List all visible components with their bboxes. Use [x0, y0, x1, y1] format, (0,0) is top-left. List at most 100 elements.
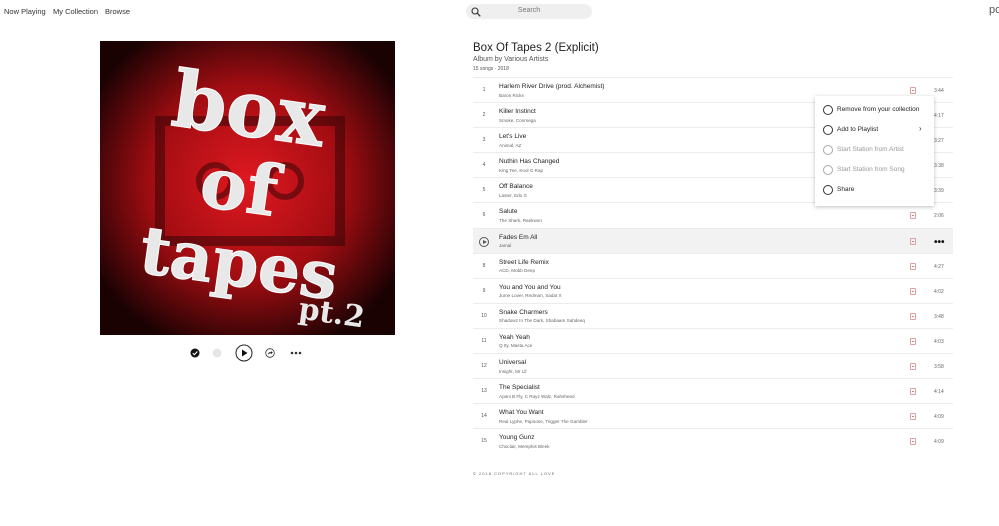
- track-duration: 3:48: [934, 313, 944, 320]
- track-title[interactable]: Universal: [499, 359, 526, 366]
- track-artist[interactable]: Animal, AZ: [499, 143, 521, 148]
- track-duration: 4:09: [934, 439, 944, 446]
- top-navigation: Now Playing My Collection Browse Search …: [0, 0, 999, 24]
- menu-item-label: Remove from your collection: [837, 106, 920, 113]
- track-title[interactable]: Salute: [499, 208, 517, 215]
- album-controls: [0, 344, 500, 364]
- track-number: 5: [482, 187, 486, 194]
- album-cover: box of tapes pt.2: [100, 41, 395, 335]
- track-duration: 4:14: [934, 389, 944, 396]
- track-artist[interactable]: King Tee, Kool G Rap: [499, 168, 543, 173]
- track-row[interactable]: 12 Universal Insight, Mr Lif 3:58: [473, 353, 953, 378]
- track-duration: 4:27: [934, 263, 944, 270]
- user-initials[interactable]: pc: [989, 4, 999, 16]
- track-number: 15: [481, 438, 487, 445]
- track-duration: 3:58: [934, 364, 944, 371]
- nav-browse[interactable]: Browse: [105, 7, 130, 16]
- play-track-icon[interactable]: [479, 236, 489, 247]
- in-collection-check-icon[interactable]: [190, 348, 200, 358]
- track-duration: 3:27: [934, 138, 944, 145]
- track-artist[interactable]: ACD, Mobb Deep: [499, 268, 535, 273]
- album-title: Box Of Tapes 2 (Explicit): [473, 42, 599, 54]
- track-title[interactable]: Off Balance: [499, 183, 533, 190]
- search-placeholder: Search: [517, 7, 541, 14]
- menu-item-remove-from-your-collection[interactable]: Remove from your collection: [815, 101, 934, 119]
- track-number: 10: [481, 312, 487, 319]
- track-duration: 4:02: [934, 288, 944, 295]
- track-number: 3: [482, 137, 486, 144]
- track-title[interactable]: Killer Instinct: [499, 108, 536, 115]
- track-artist[interactable]: Smoke, Conrsega: [499, 118, 536, 123]
- more-options-icon[interactable]: [290, 351, 302, 355]
- track-title[interactable]: Street Life Remix: [499, 259, 549, 266]
- album-meta: 15 songs · 2018: [473, 66, 509, 72]
- track-title[interactable]: Yeah Yeah: [499, 334, 530, 341]
- track-duration: 3:39: [934, 188, 944, 195]
- track-duration: 4:09: [934, 414, 944, 421]
- track-title[interactable]: Snake Charmers: [499, 309, 548, 316]
- play-button[interactable]: [235, 344, 253, 362]
- track-more-icon[interactable]: •••: [934, 237, 945, 248]
- track-number: 12: [481, 363, 487, 370]
- track-title[interactable]: Let's Live: [499, 133, 526, 140]
- track-artist[interactable]: The Shark, Raekwon: [499, 218, 542, 223]
- track-number: 11: [481, 337, 487, 344]
- menu-item-share[interactable]: Share: [815, 181, 934, 199]
- album-subtitle[interactable]: Album by Various Artists: [473, 56, 548, 63]
- nav-now-playing[interactable]: Now Playing: [4, 7, 46, 16]
- track-number: 6: [482, 212, 486, 219]
- track-title[interactable]: You and You and You: [499, 284, 561, 291]
- track-row[interactable]: 8 Street Life Remix ACD, Mobb Deep 4:27: [473, 252, 953, 278]
- track-artist[interactable]: Laster, Edo G: [499, 193, 527, 198]
- track-title[interactable]: The Specialist: [499, 384, 540, 391]
- menu-item-label: Start Station from Song: [837, 166, 905, 173]
- track-number: 8: [482, 262, 486, 269]
- track-artist[interactable]: Q Ity, Masta Ace: [499, 343, 532, 348]
- track-row[interactable]: 9 You and You and You Jume Lover, Redman, …: [473, 277, 953, 303]
- nav-my-collection[interactable]: My Collection: [53, 7, 98, 16]
- menu-item-add-to-playlist[interactable]: Add to Playlist ›: [815, 121, 934, 139]
- explicit-icon: [910, 363, 916, 371]
- track-row[interactable]: 13 The Specialist Apani B Fly, C Rayz Walz…: [473, 378, 953, 403]
- track-title[interactable]: Nuthin Has Changed: [499, 158, 559, 165]
- station-icon: [823, 165, 833, 175]
- track-artist[interactable]: Jamal: [499, 243, 511, 248]
- menu-item-start-station-from-artist[interactable]: Start Station from Artist: [815, 141, 934, 159]
- track-title[interactable]: Fades Em All: [499, 234, 537, 241]
- chevron-right-icon: ›: [919, 124, 922, 133]
- copyright-footer: © 2018 COPYRIGHT ALL LOVE: [473, 471, 556, 476]
- track-duration: 4:03: [934, 338, 944, 345]
- track-artist[interactable]: Choclair, Memphis Bleek: [499, 444, 550, 449]
- track-duration: 3:38: [934, 163, 944, 170]
- track-number: 4: [482, 162, 486, 169]
- menu-item-start-station-from-song[interactable]: Start Station from Song: [815, 161, 934, 179]
- track-title[interactable]: What You Want: [499, 409, 544, 416]
- track-artist[interactable]: Real Lyphe, Papoose, Trigger The Gambler: [499, 419, 588, 424]
- track-artist[interactable]: Apani B Fly, C Rayz Walz, Rahsheed: [499, 394, 575, 399]
- explicit-icon: [910, 212, 916, 220]
- track-row[interactable]: 6 Salute The Shark, Raekwon 2:06: [473, 202, 953, 227]
- track-artist[interactable]: Shadowz In The Dark, Shabaam Sahdeeq: [499, 318, 585, 323]
- track-row[interactable]: 11 Yeah Yeah Q Ity, Masta Ace 4:03: [473, 327, 953, 353]
- context-menu: Remove from your collection Add to Playli…: [815, 96, 934, 206]
- track-artist[interactable]: Insight, Mr Lif: [499, 369, 527, 374]
- track-row[interactable]: Fades Em All Jamal •••: [473, 227, 953, 253]
- track-row[interactable]: 10 Snake Charmers Shadowz In The Dark, Sha…: [473, 302, 953, 328]
- explicit-icon: [910, 337, 916, 345]
- track-row[interactable]: 15 Young Gunz Choclair, Memphis Bleek 4:09: [473, 428, 953, 453]
- track-row[interactable]: 14 What You Want Real Lyphe, Papoose, Trig…: [473, 403, 953, 428]
- menu-item-label: Start Station from Artist: [837, 146, 904, 153]
- download-icon[interactable]: [212, 348, 222, 358]
- track-artist[interactable]: Baron Ricks: [499, 93, 524, 98]
- track-title[interactable]: Young Gunz: [499, 434, 535, 441]
- track-duration: 2:06: [934, 213, 944, 220]
- explicit-icon: [910, 312, 916, 320]
- explicit-icon: [910, 262, 916, 270]
- share-icon[interactable]: [265, 348, 275, 358]
- track-artist[interactable]: Jume Lover, Redman, Sadat X: [499, 293, 562, 298]
- menu-item-label: Share: [837, 186, 855, 193]
- explicit-icon: [910, 287, 916, 295]
- share-icon: [823, 185, 833, 195]
- track-title[interactable]: Harlem River Drive (prod. Alchemist): [499, 83, 604, 90]
- track-duration: 3:44: [934, 88, 944, 94]
